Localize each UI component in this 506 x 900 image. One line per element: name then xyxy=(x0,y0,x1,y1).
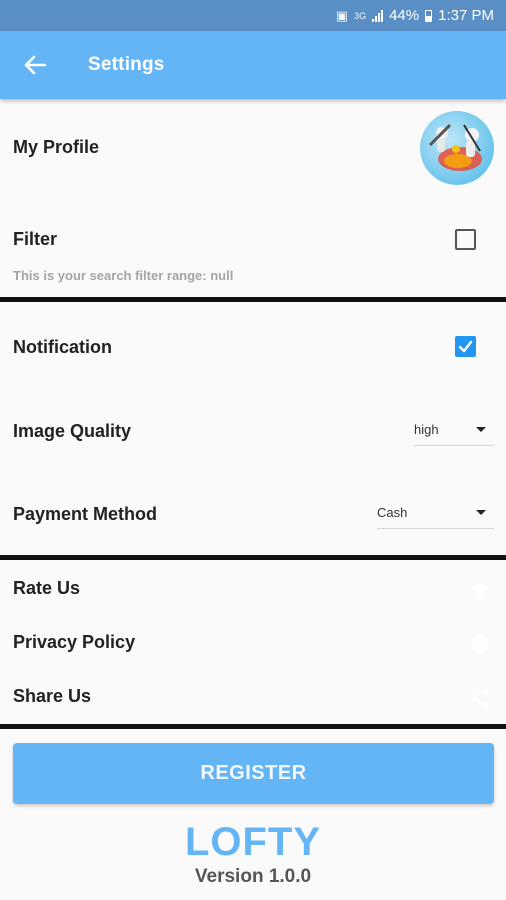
shield-icon xyxy=(472,634,488,654)
caret-down-icon xyxy=(476,510,486,515)
payment-method-label: Payment Method xyxy=(13,504,158,524)
avatar-illustration xyxy=(428,123,482,171)
image-quality-dropdown[interactable]: high xyxy=(414,414,494,446)
caret-down-icon xyxy=(476,427,486,432)
privacy-policy-row[interactable]: Privacy Policy xyxy=(0,622,506,666)
share-us-row[interactable]: Share Us xyxy=(0,676,506,720)
brand-logo-text: LOFTY xyxy=(184,820,322,864)
app-bar: Settings xyxy=(0,31,506,99)
clock: 1:37 PM xyxy=(438,7,494,24)
rate-us-label: Rate Us xyxy=(13,578,81,598)
divider xyxy=(0,555,506,560)
register-button[interactable]: REGISTER xyxy=(13,743,494,804)
battery-icon xyxy=(425,9,433,22)
star-icon xyxy=(470,580,490,599)
privacy-policy-label: Privacy Policy xyxy=(13,632,136,652)
arrow-left-icon xyxy=(24,55,46,75)
notification-checkbox[interactable] xyxy=(455,336,476,357)
status-bar: ▣ 3G 44% 1:37 PM xyxy=(0,0,506,31)
payment-method-dropdown[interactable]: Cash xyxy=(377,497,494,529)
avatar[interactable] xyxy=(420,111,494,185)
battery-percent: 44% xyxy=(389,7,420,24)
payment-method-value: Cash xyxy=(377,505,408,520)
back-button[interactable] xyxy=(17,47,53,83)
network-type-label: 3G xyxy=(354,10,367,21)
rate-us-row[interactable]: Rate Us xyxy=(0,568,506,612)
notification-label: Notification xyxy=(13,337,112,357)
sim-icon: ▣ xyxy=(335,7,349,23)
filter-hint: This is your search filter range: null xyxy=(13,268,234,283)
version-label: Version 1.0.0 xyxy=(194,866,312,887)
notification-row[interactable]: Notification xyxy=(0,310,506,380)
divider xyxy=(0,297,506,302)
signal-icon xyxy=(372,9,384,22)
divider xyxy=(0,724,506,729)
share-icon xyxy=(471,688,489,708)
check-icon xyxy=(458,340,473,353)
image-quality-label: Image Quality xyxy=(13,421,132,441)
image-quality-value: high xyxy=(414,422,439,437)
page-title: Settings xyxy=(88,54,165,75)
profile-label: My Profile xyxy=(13,137,100,157)
filter-label: Filter xyxy=(13,229,58,249)
share-us-label: Share Us xyxy=(13,686,92,706)
filter-checkbox[interactable] xyxy=(455,229,476,250)
